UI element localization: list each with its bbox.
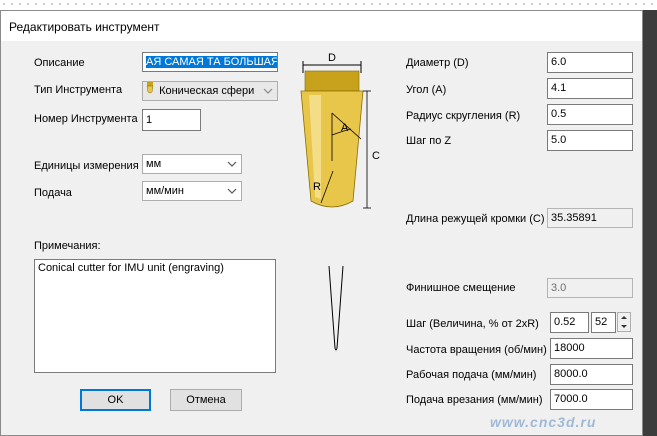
- feedrate-input[interactable]: 8000.0: [550, 364, 633, 385]
- angle-a-label: A: [341, 122, 349, 134]
- length-dimension: [363, 90, 371, 209]
- tool-type-label: Тип Инструмента: [34, 84, 123, 96]
- notes-label: Примечания:: [34, 240, 101, 252]
- triangle-up-icon[interactable]: [618, 313, 630, 322]
- window-title: Редактировать инструмент: [9, 20, 160, 34]
- tool-diagram: D A C R: [300, 52, 380, 209]
- tool-number-value: 1: [146, 114, 153, 126]
- diameter-d-label: D: [328, 52, 336, 64]
- units-select[interactable]: мм: [142, 154, 242, 174]
- finish-offset-label: Финишное смещение: [406, 282, 516, 294]
- edit-tool-dialog: Редактировать инструмент Описание АЯ САМ…: [0, 10, 643, 436]
- tool-number-label: Номер Инструмента: [34, 113, 138, 125]
- step-value: 0.52: [554, 316, 576, 328]
- chevron-down-icon: [263, 88, 273, 94]
- rpm-value: 18000: [554, 342, 585, 354]
- notes-textarea[interactable]: Conical cutter for IMU unit (engraving): [34, 259, 276, 373]
- plunge-label: Подача врезания (мм/мин): [406, 394, 543, 406]
- tool-type-select[interactable]: Коническая сфери: [142, 81, 278, 101]
- units-label: Единицы измерения: [34, 160, 139, 172]
- tool-number-input[interactable]: 1: [142, 109, 201, 131]
- tool-bit-icon: [146, 82, 156, 100]
- cut-length-field: 35.35891: [547, 208, 633, 228]
- angle-label: Угол (A): [406, 84, 447, 96]
- diameter-value: 6.0: [551, 56, 567, 68]
- tool-type-value: Коническая сфери: [159, 85, 255, 97]
- feed-select[interactable]: мм/мин: [142, 181, 242, 201]
- ok-button[interactable]: OK: [80, 389, 151, 411]
- description-value: АЯ САМАЯ ТА БОЛЬШАЯ: [146, 56, 278, 68]
- feedrate-label: Рабочая подача (мм/мин): [406, 369, 537, 381]
- cancel-button[interactable]: Отмена: [170, 389, 242, 411]
- step-z-input[interactable]: 5.0: [547, 130, 633, 151]
- radius-r-label: R: [313, 181, 321, 193]
- finish-offset-input[interactable]: 3.0: [547, 278, 633, 298]
- units-value: мм: [146, 158, 162, 170]
- chevron-down-icon: [227, 188, 237, 194]
- description-input[interactable]: АЯ САМАЯ ТА БОЛЬШАЯ: [142, 52, 278, 72]
- step-percent-value: 52: [595, 316, 608, 328]
- radius-value: 0.5: [551, 108, 567, 120]
- diameter-label: Диаметр (D): [406, 57, 469, 69]
- cut-length-label: Длина режущей кромки (C): [406, 213, 545, 225]
- triangle-down-icon[interactable]: [618, 322, 630, 331]
- length-c-label: C: [372, 150, 380, 162]
- step-z-label: Шаг по Z: [406, 135, 452, 147]
- radius-label: Радиус скругления (R): [406, 110, 521, 122]
- plunge-value: 7000.0: [554, 393, 588, 405]
- title-bar[interactable]: Редактировать инструмент: [1, 11, 642, 41]
- feed-value: мм/мин: [146, 185, 184, 197]
- step-input[interactable]: 0.52: [550, 312, 589, 333]
- rpm-label: Частота вращения (об/мин): [406, 344, 547, 356]
- description-label: Описание: [34, 57, 85, 69]
- chevron-down-icon: [227, 161, 237, 167]
- tool-profile-preview: [328, 266, 344, 351]
- feedrate-value: 8000.0: [554, 368, 588, 380]
- finish-offset-value: 3.0: [551, 282, 567, 294]
- step-percent-input[interactable]: 52: [591, 312, 616, 333]
- watermark-text: www.cnc3d.ru: [490, 414, 597, 430]
- cut-length-value: 35.35891: [551, 212, 597, 224]
- step-percent-spinner[interactable]: [617, 312, 631, 332]
- angle-value: 4.1: [551, 82, 567, 94]
- rpm-input[interactable]: 18000: [550, 338, 633, 359]
- notes-value: Conical cutter for IMU unit (engraving): [38, 262, 224, 274]
- angle-input[interactable]: 4.1: [547, 78, 633, 99]
- step-label: Шаг (Величина, % от 2xR): [406, 318, 539, 330]
- radius-input[interactable]: 0.5: [547, 104, 633, 125]
- feed-label: Подача: [34, 187, 72, 199]
- plunge-input[interactable]: 7000.0: [550, 389, 633, 410]
- diameter-input[interactable]: 6.0: [547, 52, 633, 73]
- step-z-value: 5.0: [551, 134, 567, 146]
